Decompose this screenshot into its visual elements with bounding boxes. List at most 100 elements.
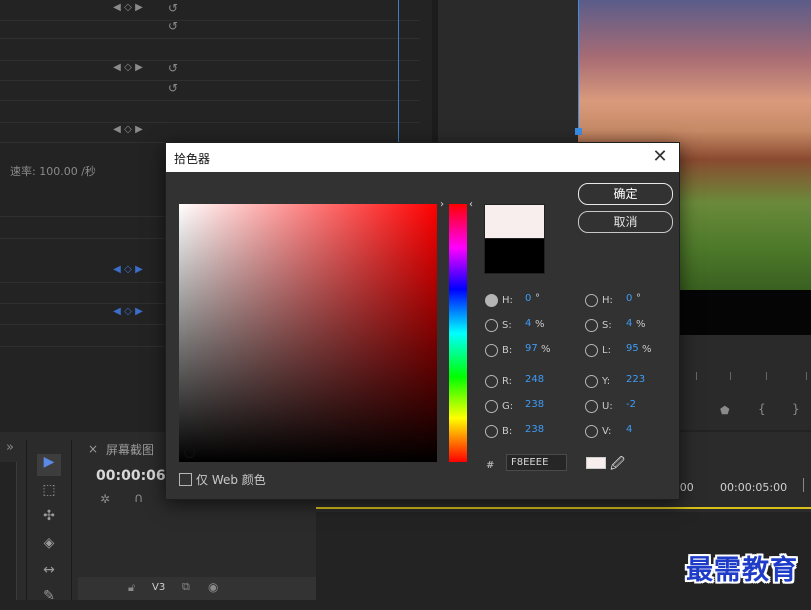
eye-icon[interactable]: ◉ [208,580,218,594]
track-name: V3 [152,582,166,593]
radio-hsb-h[interactable] [485,294,498,307]
radio-yuv-y[interactable] [585,375,598,388]
property-row: ↺ [0,18,420,39]
dialog-titlebar[interactable]: 拾色器 ✕ [166,143,679,172]
hsb-b-label: B: [502,345,513,356]
rgb-b-value[interactable]: 238 [525,424,544,435]
yuv-y-value[interactable]: 223 [626,374,645,385]
web-colors-checkbox[interactable] [179,473,192,486]
hsl-s-label: S: [602,320,612,331]
watermark-logo: 最需教育 [686,555,798,586]
color-field-pointer[interactable] [184,447,195,458]
color-picker-dialog: 拾色器 ✕ › ‹ 确定 取消 H: 0 ° S: 4 % B: 97 % R:… [165,142,680,500]
property-row [0,38,420,61]
rgb-b-label: B: [502,426,513,437]
project-panel-edge [0,462,17,600]
eyedropper-icon[interactable]: 🖉︎ [610,453,625,477]
cancel-button[interactable]: 取消 [578,211,673,233]
hsl-l-unit: % [642,344,652,355]
radio-hsl-s[interactable] [585,319,598,332]
reset-icon[interactable]: ↺ [168,1,178,15]
hsl-l-label: L: [602,345,611,356]
work-area-bar[interactable] [316,507,811,509]
radio-hsb-s[interactable] [485,319,498,332]
rgb-g-value[interactable]: 238 [525,399,544,410]
yuv-v-label: V: [602,426,612,437]
hsb-b-unit: % [541,344,551,355]
panel-menu-icon[interactable]: » [6,440,14,455]
yuv-u-label: U: [602,401,613,412]
web-colors-label[interactable]: 仅 Web 颜色 [196,471,266,488]
property-row: ↺ [0,80,420,101]
in-point-icon[interactable]: { [758,402,766,416]
hsb-s-label: S: [502,320,512,331]
saturation-brightness-field[interactable] [179,204,437,462]
hex-label: # [486,460,495,471]
close-icon[interactable]: ✕ [649,146,671,168]
hsb-h-label: H: [502,295,513,306]
keyframe-nav[interactable]: ◀ ◇ ▶ [112,264,144,275]
razor-tool-icon[interactable]: ◈ [37,535,61,557]
hsb-h-unit: ° [535,293,540,304]
new-color-swatch [484,204,545,239]
hsl-h-label: H: [602,295,613,306]
property-row: ◀ ◇ ▶ [0,122,420,143]
timeline-timecode[interactable]: 00:00:06: [96,468,171,484]
marker-icon[interactable]: ⬟ [720,404,730,417]
track-header-v3: 🔓︎ V3 ⧉ ◉ [78,577,316,600]
ruler-tick [803,478,804,492]
yuv-u-value[interactable]: -2 [626,399,636,410]
linked-selection-icon[interactable]: ∩ [134,491,144,506]
hsb-b-value[interactable]: 97 [525,343,538,354]
playhead-line [398,0,399,145]
snap-icon[interactable]: ✲ [100,492,110,506]
panel-close-icon[interactable]: × [88,442,98,456]
monitor-ruler[interactable] [690,372,811,382]
radio-hsl-l[interactable] [585,344,598,357]
yuv-y-label: Y: [602,376,611,387]
ok-button[interactable]: 确定 [578,183,673,205]
hue-slider[interactable] [449,204,467,462]
property-row [0,100,420,123]
hsb-s-value[interactable]: 4 [525,318,531,329]
selection-tool-icon[interactable]: ▶ [37,454,61,476]
keyframe-nav[interactable]: ◀ ◇ ▶ [112,124,144,135]
rgb-r-value[interactable]: 248 [525,374,544,385]
original-color-swatch[interactable] [484,238,545,274]
reset-icon[interactable]: ↺ [168,81,178,95]
hsl-h-unit: ° [636,293,641,304]
rgb-r-label: R: [502,376,513,387]
hsl-s-value[interactable]: 4 [626,318,632,329]
yuv-v-value[interactable]: 4 [626,424,632,435]
hsl-s-unit: % [636,319,646,330]
radio-yuv-u[interactable] [585,400,598,413]
keyframe-nav[interactable]: ◀ ◇ ▶ [112,2,144,13]
pen-tool-icon[interactable]: ✎ [37,588,61,610]
radio-rgb-r[interactable] [485,375,498,388]
hex-input[interactable] [506,454,567,471]
hue-slider-arrow-icon: › [440,199,444,210]
hsl-h-value[interactable]: 0 [626,293,632,304]
timeline-tab[interactable]: 屏幕截图 [106,441,154,458]
radio-yuv-v[interactable] [585,425,598,438]
keyframe-nav[interactable]: ◀ ◇ ▶ [112,306,144,317]
slip-tool-icon[interactable]: ↔ [37,562,61,584]
current-color-chip [586,457,606,469]
hsb-s-unit: % [535,319,545,330]
selection-handle[interactable] [575,128,582,135]
reset-icon[interactable]: ↺ [168,61,178,75]
ripple-edit-tool-icon[interactable]: ✣ [37,508,61,530]
hsl-l-value[interactable]: 95 [626,343,639,354]
radio-rgb-g[interactable] [485,400,498,413]
keyframe-nav[interactable]: ◀ ◇ ▶ [112,62,144,73]
reset-icon[interactable]: ↺ [168,19,178,33]
track-select-tool-icon[interactable]: ⬚ [37,482,61,504]
out-point-icon[interactable]: } [792,402,800,416]
radio-hsb-b[interactable] [485,344,498,357]
lock-icon[interactable]: 🔓︎ [128,581,135,595]
radio-hsl-h[interactable] [585,294,598,307]
radio-rgb-b[interactable] [485,425,498,438]
sync-lock-icon[interactable]: ⧉ [182,580,190,594]
property-row: ◀ ◇ ▶ ↺ [0,60,420,81]
hsb-h-value[interactable]: 0 [525,293,531,304]
